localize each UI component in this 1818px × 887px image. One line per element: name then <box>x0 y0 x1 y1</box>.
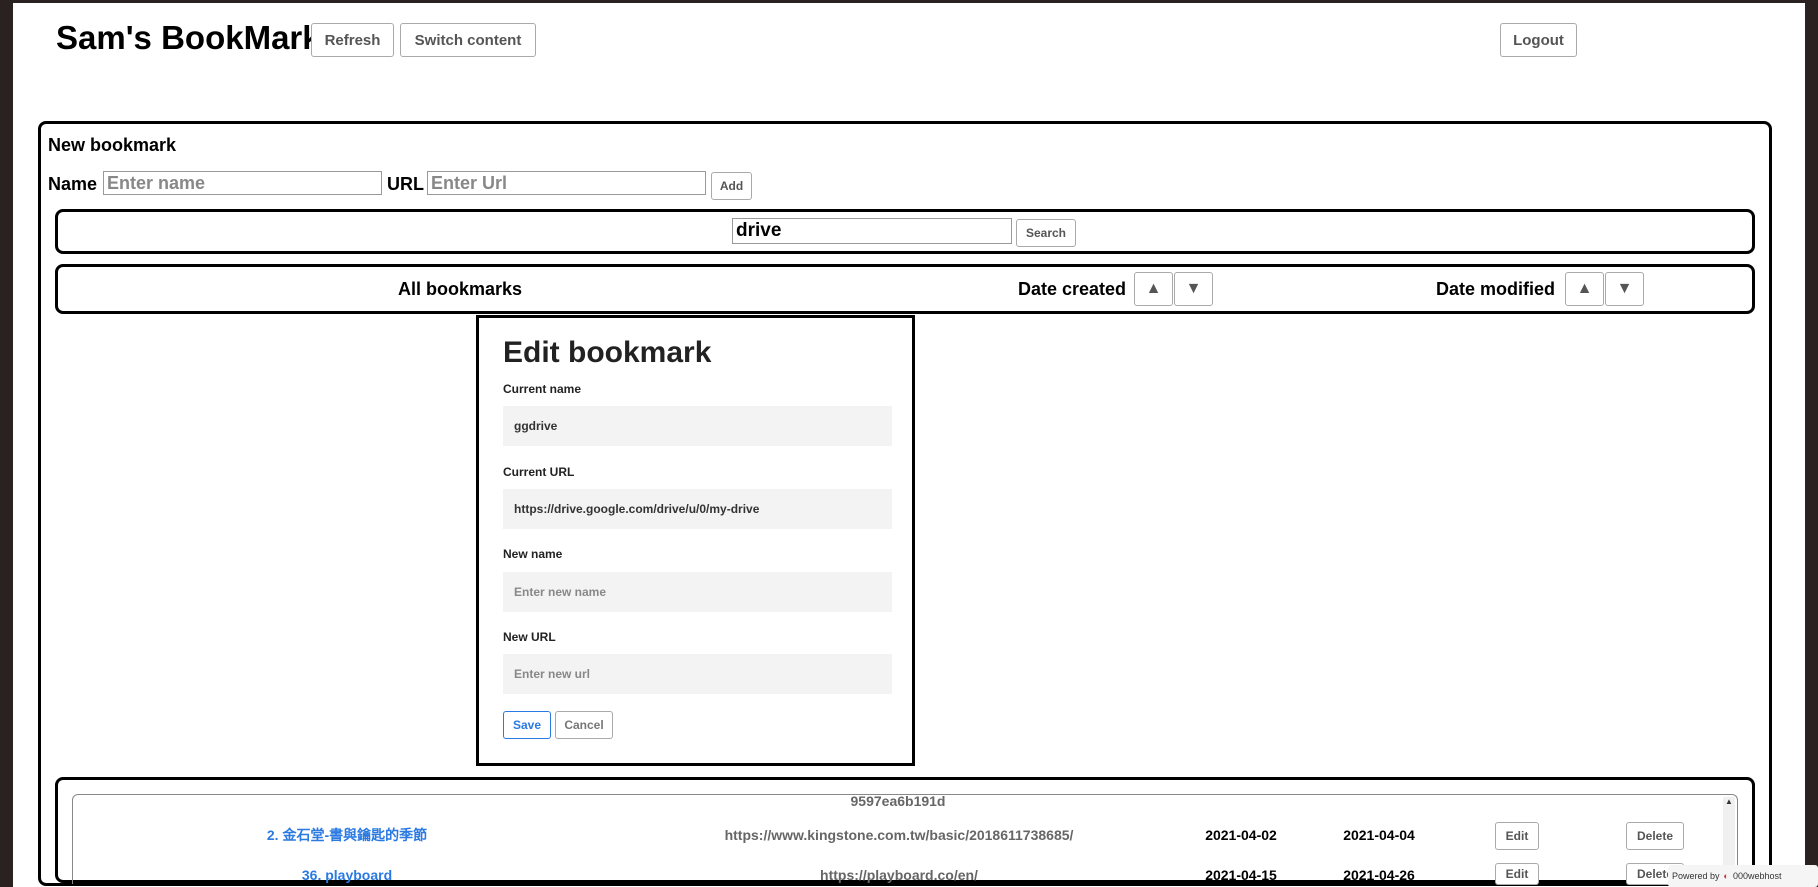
created-asc-button[interactable]: ▲ <box>1134 272 1173 306</box>
add-button[interactable]: Add <box>711 172 752 200</box>
url-input[interactable]: Enter Url <box>427 171 706 195</box>
edit-button[interactable]: Edit <box>1495 863 1539 885</box>
search-input[interactable]: drive <box>732 218 1012 244</box>
all-bookmarks-button[interactable]: All bookmarks <box>398 279 522 300</box>
date-modified: 2021-04-26 <box>1343 867 1415 883</box>
dialog-title: Edit bookmark <box>503 336 712 369</box>
search-button[interactable]: Search <box>1016 219 1076 247</box>
edit-button[interactable]: Edit <box>1495 822 1539 850</box>
sort-bar: All bookmarks Date created ▲ ▼ Date modi… <box>55 264 1755 314</box>
save-button[interactable]: Save <box>503 711 551 739</box>
date-created: 2021-04-15 <box>1205 867 1277 883</box>
bookmark-list-panel: 9597ea6b191d 2. 金石堂-書與鑰匙的季節 https://www.… <box>55 777 1755 885</box>
powered-by-text: Powered by <box>1672 871 1720 881</box>
bookmark-url: https://www.kingstone.com.tw/basic/20186… <box>724 827 1074 843</box>
modified-asc-button[interactable]: ▲ <box>1565 272 1604 306</box>
new-url-label: New URL <box>503 630 556 644</box>
new-url-input[interactable]: Enter new url <box>503 654 892 694</box>
host-name: 000webhost <box>1732 871 1782 881</box>
bookmark-name-link[interactable]: 2. 金石堂-書與鑰匙的季節 <box>267 827 427 843</box>
new-bookmark-heading: New bookmark <box>48 135 177 155</box>
powered-by-badge[interactable]: Powered by ◐ 000webhost <box>1668 865 1818 887</box>
delete-button[interactable]: Delete <box>1626 822 1684 850</box>
page: Sam's BookMark Refresh Switch content Lo… <box>13 3 1805 887</box>
name-input[interactable]: Enter name <box>103 171 382 195</box>
bookmark-group: 9597ea6b191d 2. 金石堂-書與鑰匙的季節 https://www.… <box>72 793 1738 885</box>
current-name-label: Current name <box>503 382 582 396</box>
current-url-label: Current URL <box>503 465 575 479</box>
logout-button[interactable]: Logout <box>1500 23 1577 57</box>
cancel-button[interactable]: Cancel <box>555 711 613 739</box>
name-label: Name <box>48 174 98 194</box>
date-created-label: Date created <box>1018 279 1127 299</box>
created-desc-button[interactable]: ▼ <box>1174 272 1213 306</box>
modified-desc-button[interactable]: ▼ <box>1605 272 1644 306</box>
switch-content-button[interactable]: Switch content <box>400 23 536 57</box>
app-title: Sam's BookMark <box>56 19 321 56</box>
current-name-field: ggdrive <box>503 406 892 446</box>
date-modified-label: Date modified <box>1436 279 1556 299</box>
date-modified: 2021-04-04 <box>1343 827 1415 843</box>
bookmark-url: https://playboard.co/en/ <box>820 867 978 883</box>
host-logo-icon: ◐ <box>1723 871 1729 881</box>
edit-bookmark-dialog: Edit bookmark Current name ggdrive Curre… <box>476 315 915 766</box>
new-name-label: New name <box>503 547 563 561</box>
group-id: 9597ea6b191d <box>850 793 946 809</box>
search-bar: drive Search <box>55 209 1755 254</box>
url-label: URL <box>387 174 424 194</box>
bookmark-name-link[interactable]: 36. playboard <box>302 867 392 883</box>
date-created: 2021-04-02 <box>1205 827 1277 843</box>
new-name-input[interactable]: Enter new name <box>503 572 892 612</box>
current-url-field: https://drive.google.com/drive/u/0/my-dr… <box>503 489 892 529</box>
refresh-button[interactable]: Refresh <box>311 23 394 57</box>
